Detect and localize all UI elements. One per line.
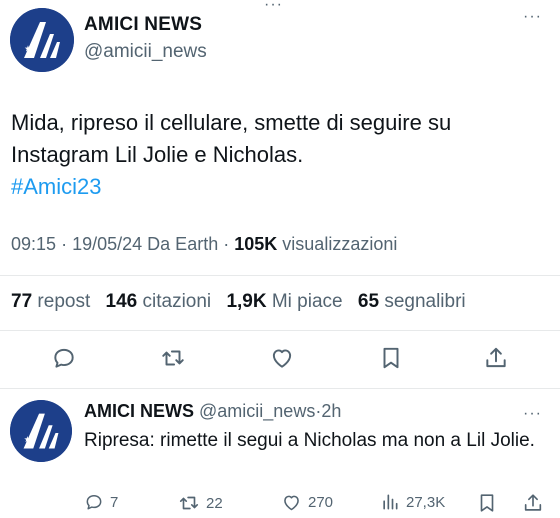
like-icon: [272, 349, 292, 368]
tweet-date[interactable]: 19/05/24: [72, 234, 142, 254]
bookmarks-stat[interactable]: 65 segnalibri: [358, 291, 466, 312]
repost-icon: [162, 350, 184, 366]
author-name[interactable]: AMICI NEWS: [84, 401, 194, 421]
hashtag-link[interactable]: #Amici23: [11, 171, 551, 203]
quotes-label: citazioni: [142, 291, 212, 312]
share-icon: [486, 347, 506, 368]
share-button[interactable]: [481, 343, 511, 373]
more-options-button[interactable]: ···: [523, 405, 542, 423]
bookmark-button[interactable]: [476, 492, 498, 514]
repost-icon: [179, 496, 199, 510]
avatar[interactable]: [10, 8, 74, 72]
avatar[interactable]: [10, 400, 72, 462]
bookmarks-count: 65: [357, 291, 380, 312]
views-label: visualizzazioni: [282, 234, 398, 254]
share-button[interactable]: [522, 492, 544, 514]
views-count: 105K: [234, 234, 278, 254]
bookmark-icon: [383, 347, 399, 369]
tweet-stats: 77 repost 146 citazioni 1,9K Mi piace 65…: [11, 291, 466, 313]
separator: ·: [223, 234, 230, 254]
views-count: 27,3K: [406, 493, 446, 511]
reply-time[interactable]: 2h: [321, 401, 341, 421]
divider: [0, 275, 560, 276]
tweet-action-bar: [0, 343, 560, 375]
bookmark-icon: [480, 494, 494, 512]
reply-action-bar: 7 22 270 27,3K: [0, 492, 560, 518]
likes-label: Mi piace: [271, 291, 343, 312]
like-button[interactable]: 270: [281, 492, 333, 513]
drag-handle-icon: ···: [264, 0, 283, 13]
reply-icon: [54, 348, 74, 368]
repost-button[interactable]: 22: [178, 492, 223, 514]
author-handle[interactable]: @amicii_news: [199, 401, 315, 421]
tweet-text: Mida, ripreso il cellulare, smette di se…: [11, 107, 551, 203]
like-button[interactable]: [267, 343, 297, 373]
tweet-meta: 09:15 · 19/05/24 Da Earth · 105K visuali…: [11, 234, 397, 255]
replies-count: 7: [110, 493, 119, 511]
bookmarks-label: segnalibri: [384, 291, 466, 312]
amici-logo-icon: [10, 8, 74, 72]
reply-header: AMICI NEWS @amicii_news·2h: [84, 401, 341, 422]
likes-count: 270: [308, 494, 334, 511]
bookmark-button[interactable]: [376, 343, 406, 373]
reply-button[interactable]: 7: [84, 492, 118, 512]
amici-logo-icon: [10, 400, 72, 462]
reposts-count: 22: [206, 494, 223, 512]
reposts-count: 77: [11, 291, 33, 312]
tweet-text-line: Mida, ripreso il cellulare, smette di se…: [11, 110, 452, 135]
like-icon: [284, 495, 299, 511]
reply-button[interactable]: [49, 343, 79, 373]
views-button[interactable]: 27,3K: [380, 492, 445, 512]
reposts-stat[interactable]: 77 repost: [11, 291, 90, 312]
reply-icon: [86, 495, 102, 510]
more-options-button[interactable]: ···: [523, 9, 542, 25]
divider: [0, 388, 560, 389]
author-handle[interactable]: @amicii_news: [84, 41, 207, 63]
author-name[interactable]: AMICI NEWS: [84, 14, 202, 36]
tweet-time[interactable]: 09:15: [11, 234, 56, 254]
tweet-text-line: Instagram Lil Jolie e Nicholas.: [11, 142, 304, 167]
likes-stat[interactable]: 1,9K Mi piace: [226, 291, 342, 312]
reposts-label: repost: [37, 291, 91, 312]
tweet-source: Da Earth: [147, 234, 219, 254]
quotes-count: 146: [105, 291, 138, 312]
divider: [0, 330, 560, 331]
likes-count: 1,9K: [226, 291, 267, 312]
repost-button[interactable]: [158, 343, 188, 373]
quotes-stat[interactable]: 146 citazioni: [106, 291, 212, 312]
share-icon: [524, 494, 542, 511]
views-icon: [383, 494, 398, 510]
reply-text: Ripresa: rimette il segui a Nicholas ma …: [84, 430, 535, 451]
separator: ·: [61, 234, 68, 254]
